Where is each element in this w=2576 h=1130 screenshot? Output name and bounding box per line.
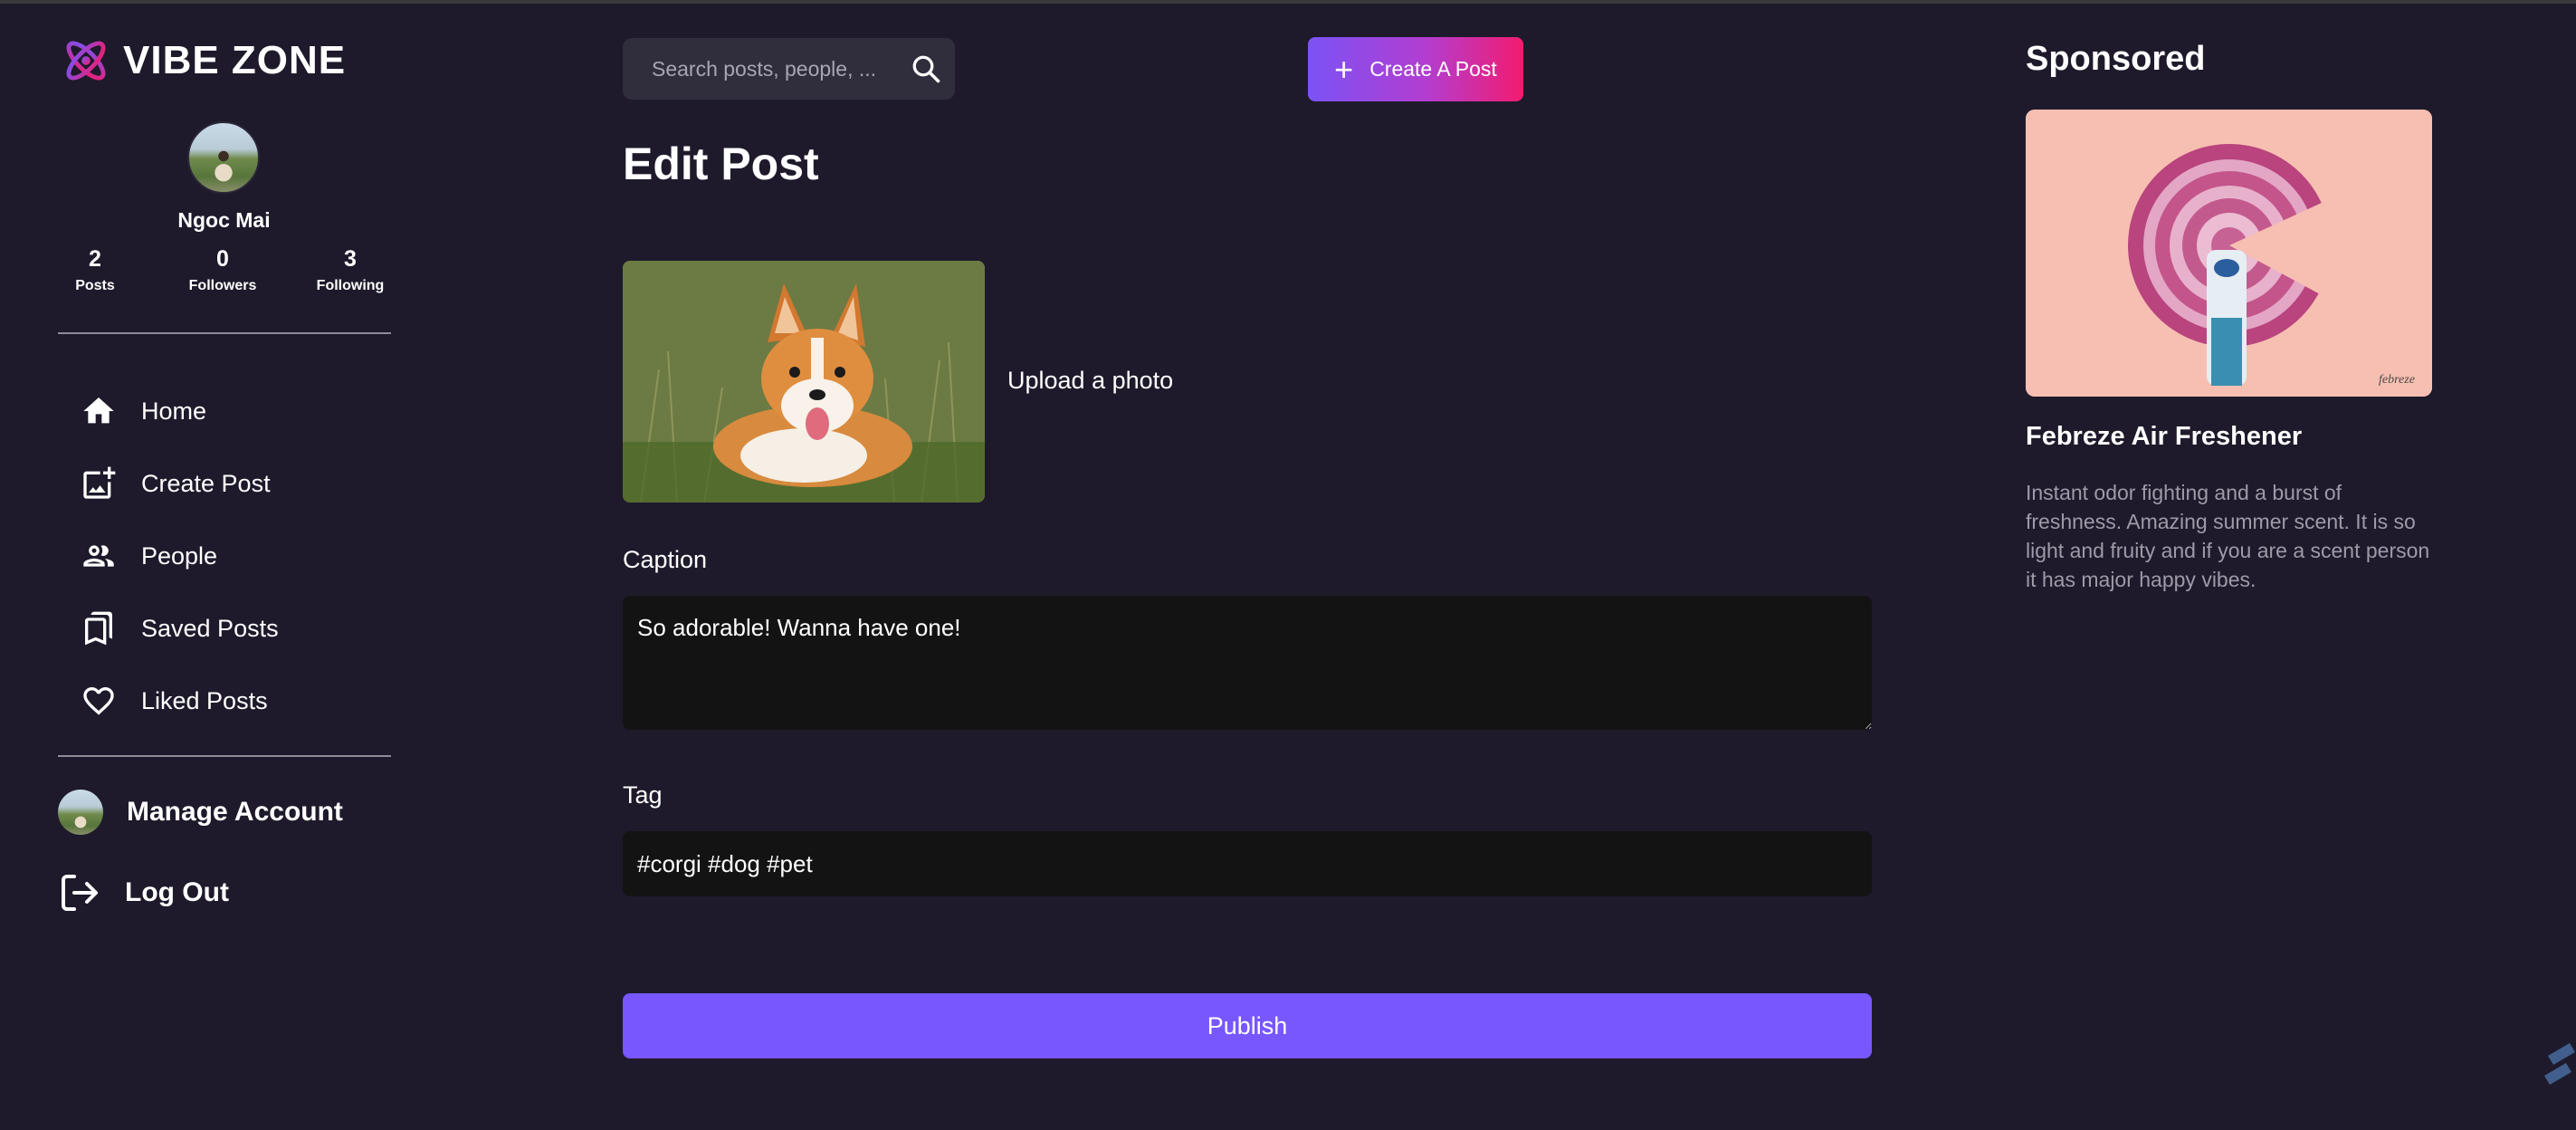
stat-value: 0 <box>216 246 229 272</box>
sidebar-item-label: Create Post <box>141 469 271 497</box>
stat-followers[interactable]: 0 Followers <box>182 246 263 294</box>
ad-description: Instant odor fighting and a burst of fre… <box>2026 481 2430 591</box>
create-post-button[interactable]: + Create A Post <box>1308 37 1523 101</box>
sidebar-item-liked-posts[interactable]: Liked Posts <box>80 665 279 737</box>
atom-logo-icon <box>66 41 106 81</box>
bookmarks-icon <box>80 609 118 647</box>
stat-following[interactable]: 3 Following <box>310 246 391 294</box>
search-input[interactable] <box>652 56 902 81</box>
febreze-ad-image: febreze <box>2026 110 2432 397</box>
post-photo-preview <box>623 261 985 503</box>
caption-label: Caption <box>623 546 708 573</box>
upload-photo-link[interactable]: Upload a photo <box>1007 367 1173 395</box>
sidebar-item-label: People <box>141 541 218 570</box>
profile-avatar[interactable] <box>187 121 260 194</box>
stat-label: Following <box>316 278 385 293</box>
brand-logo[interactable]: VIBE ZONE <box>60 34 346 87</box>
tag-input[interactable] <box>623 831 1872 896</box>
publish-button[interactable]: Publish <box>623 993 1872 1058</box>
sidebar-item-label: Saved Posts <box>141 614 279 642</box>
page-title: Edit Post <box>623 139 819 189</box>
sidebar-item-create-post[interactable]: Create Post <box>80 447 279 520</box>
search-icon[interactable] <box>910 53 942 85</box>
manage-account-link[interactable]: Manage Account <box>58 790 343 835</box>
sidebar-item-label: Home <box>141 397 207 425</box>
sidebar-item-home[interactable]: Home <box>80 375 279 447</box>
logout-icon <box>62 875 98 911</box>
sidebar-nav: Home Create Post People Saved Posts Like… <box>80 375 279 737</box>
sidebar-item-label: Liked Posts <box>141 686 268 714</box>
avatar <box>58 790 103 835</box>
corgi-photo-image <box>623 261 985 503</box>
sidebar-item-saved-posts[interactable]: Saved Posts <box>80 592 279 665</box>
logout-label: Log Out <box>125 877 229 907</box>
sidebar-item-people[interactable]: People <box>80 520 279 592</box>
logout-button[interactable]: Log Out <box>58 871 229 915</box>
svg-text:febreze: febreze <box>2379 373 2415 387</box>
stat-value: 2 <box>89 246 101 272</box>
sidebar-divider <box>58 332 391 334</box>
caption-textarea[interactable] <box>623 596 1872 730</box>
create-post-label: Create A Post <box>1369 57 1497 81</box>
stat-value: 3 <box>344 246 357 272</box>
floating-widget-icon[interactable] <box>2539 1039 2576 1090</box>
add-photo-icon <box>80 464 118 503</box>
stat-posts[interactable]: 2 Posts <box>54 246 136 294</box>
stat-label: Followers <box>188 278 257 293</box>
manage-account-label: Manage Account <box>127 797 343 827</box>
tag-label: Tag <box>623 781 663 809</box>
plus-icon: + <box>1334 50 1354 88</box>
brand-name: VIBE ZONE <box>123 38 347 82</box>
sidebar-divider <box>58 755 391 757</box>
sponsored-heading: Sponsored <box>2026 40 2206 78</box>
left-sidebar: VIBE ZONE Ngoc Mai 2 Posts 0 Followers 3… <box>0 0 453 1130</box>
heart-icon <box>80 682 118 720</box>
ad-image[interactable]: febreze <box>2026 110 2432 397</box>
home-icon <box>80 392 118 430</box>
profile-stats: 2 Posts 0 Followers 3 Following <box>54 246 391 294</box>
ad-title[interactable]: Febreze Air Freshener <box>2026 422 2302 452</box>
profile-name: Ngoc Mai <box>177 208 271 232</box>
people-icon <box>80 537 118 575</box>
search-bar <box>623 38 955 100</box>
stat-label: Posts <box>75 278 115 293</box>
